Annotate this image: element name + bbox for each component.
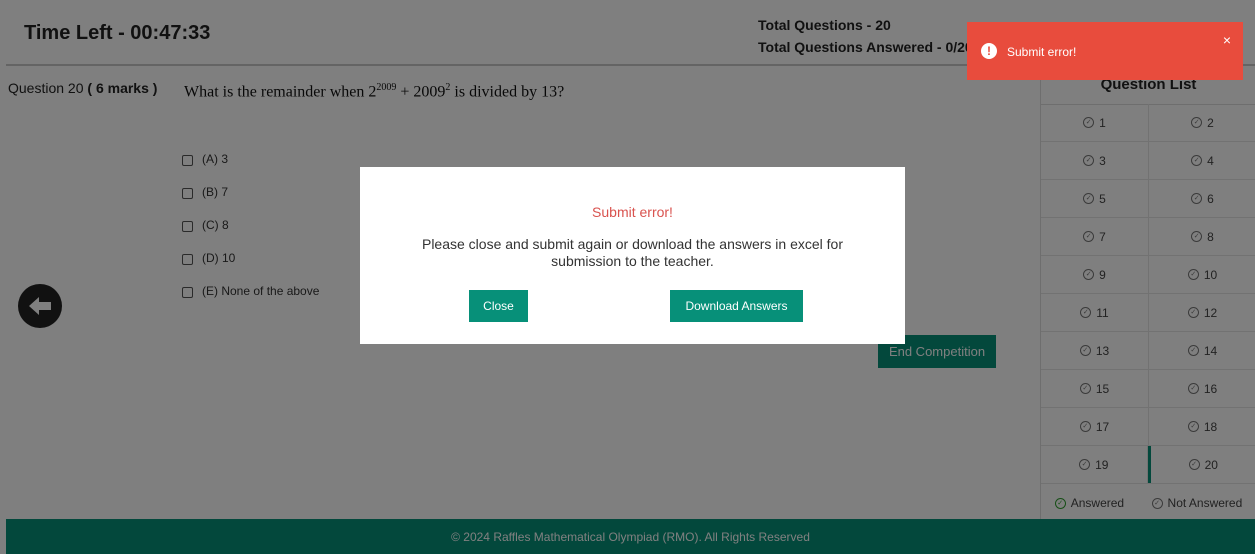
download-answers-button[interactable]: Download Answers [670, 290, 803, 322]
dialog-title: Submit error! [592, 204, 673, 220]
dialog-message: Please close and submit again or downloa… [421, 236, 844, 269]
toast-message: Submit error! [1007, 45, 1077, 59]
close-button[interactable]: Close [469, 290, 528, 322]
alert-icon: ! [981, 43, 997, 59]
error-toast: ! Submit error! × [967, 22, 1243, 80]
submit-error-dialog: Submit error! Please close and submit ag… [360, 167, 905, 344]
quiz-page: Time Left - 00:47:33 Total Questions - 2… [0, 0, 1255, 554]
toast-close-button[interactable]: × [1223, 32, 1231, 48]
